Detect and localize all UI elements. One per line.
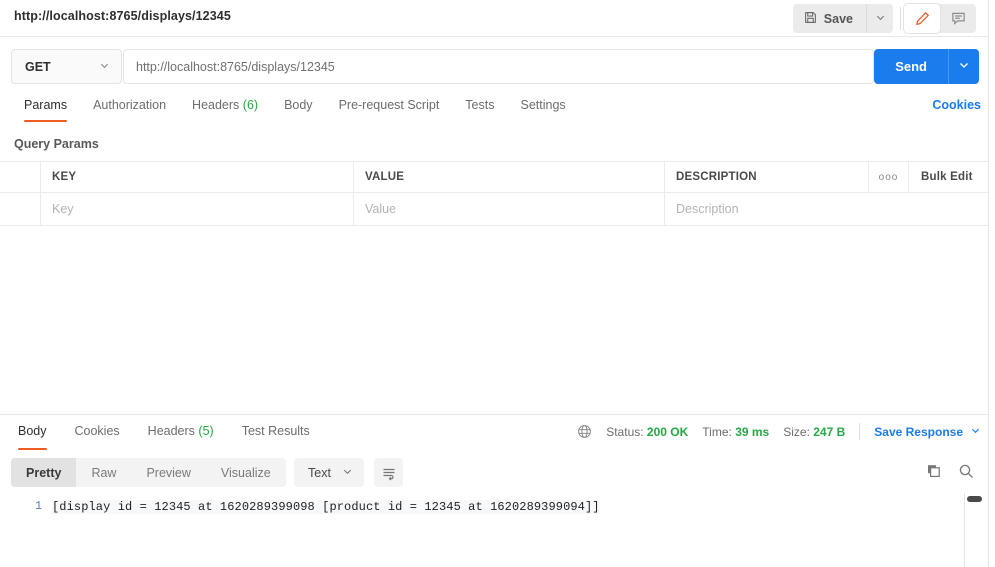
floppy-disk-icon [804,11,817,27]
request-tab-tests[interactable]: Tests [452,94,507,124]
ellipsis-icon[interactable]: ooo [869,162,909,192]
save-response-button[interactable]: Save Response [874,425,981,439]
row-key-input[interactable]: Key [41,193,354,225]
view-mode-pretty[interactable]: Pretty [11,458,77,487]
header-checkbox-cell [0,162,41,192]
response-tab-headers[interactable]: Headers (5) [134,415,228,451]
request-tab-settings[interactable]: Settings [507,94,578,124]
header-divider [900,7,901,30]
table-header-row: KEY VALUE DESCRIPTION ooo Bulk Edit [0,161,988,193]
response-tab-body[interactable]: Body [4,415,61,451]
response-size-value: 247 B [813,424,846,439]
response-time: Time: 39 ms [702,424,770,439]
response-tab-test-results[interactable]: Test Results [228,415,324,451]
format-select[interactable]: Text [294,458,364,487]
search-icon[interactable] [958,463,974,479]
method-select-label: GET [25,59,51,74]
response-size: Size: 247 B [783,424,846,439]
row-description-input[interactable]: Description [665,193,988,225]
request-tab-authorization[interactable]: Authorization [80,94,179,124]
save-button-label: Save [823,11,853,26]
response-body-viewer[interactable]: 1 [display id = 12345 at 1620289399098 [… [0,493,988,567]
request-tab-headers[interactable]: Headers (6) [179,94,271,124]
header-cell-description: DESCRIPTION [665,162,869,192]
chevron-down-icon [875,11,886,26]
response-tab-label: Body [18,424,47,438]
table-row[interactable]: Key Value Description [0,193,988,226]
description-placeholder: Description [676,202,739,216]
request-tab-label: Tests [465,98,495,112]
pencil-icon[interactable] [904,4,940,33]
url-input[interactable] [124,59,873,74]
request-tab-label: Pre-request Script [338,98,440,112]
request-tab-params[interactable]: Params [11,94,80,124]
header-icon-group [904,4,976,33]
send-button[interactable]: Send [874,49,948,84]
method-select[interactable]: GET [11,49,122,84]
response-tab-label: Headers [147,424,195,438]
row-checkbox-cell[interactable] [0,193,41,225]
save-dropdown-button[interactable] [866,4,893,33]
scrollbar-track-line [964,493,965,567]
save-response-label: Save Response [874,424,963,439]
value-placeholder: Value [365,202,397,216]
body-toolbar-icons [926,463,974,479]
request-tab-label: Body [284,98,313,112]
save-button[interactable]: Save [792,4,866,33]
response-body-toolbar: Pretty Raw Preview Visualize Text [0,453,988,493]
format-select-label: Text [308,465,331,480]
response-body-text: [display id = 12345 at 1620289399098 [pr… [52,500,600,514]
response-scrollbar-thumb[interactable] [967,496,982,502]
send-button-group: Send [874,49,979,84]
panel-right-border [988,0,989,567]
request-tab-bar: Params Authorization Headers (6) Body Pr… [0,94,988,129]
view-mode-segmented-control: Pretty Raw Preview Visualize [11,458,286,487]
status-code: Status: 200 OK [606,424,689,439]
row-value-input[interactable]: Value [354,193,665,225]
response-tab-label: Test Results [241,424,310,438]
request-tab-label: Authorization [93,98,167,112]
postman-request-window: http://localhost:8765/displays/12345 Sav… [0,0,995,567]
code-line: 1 [display id = 12345 at 1620289399098 [… [0,493,988,514]
chevron-down-icon [99,60,110,74]
view-mode-preview[interactable]: Preview [131,458,205,487]
globe-icon [577,424,592,439]
response-headers-count-badge: (5) [198,424,214,438]
request-tab-label: Headers [192,98,240,112]
line-number: 1 [35,500,42,513]
request-tab-body[interactable]: Body [271,94,326,124]
response-time-value: 39 ms [735,424,770,439]
url-input-wrapper[interactable] [123,49,874,84]
send-dropdown-button[interactable] [948,49,979,84]
status-code-value: 200 OK [646,424,689,439]
cookies-link[interactable]: Cookies [932,98,981,112]
request-tab-label: Settings [520,98,566,112]
query-params-table: KEY VALUE DESCRIPTION ooo Bulk Edit Key … [0,161,988,226]
chevron-down-icon [342,466,353,480]
save-button-group: Save [792,4,893,33]
chevron-down-icon [958,59,970,74]
copy-icon[interactable] [926,463,942,479]
response-tab-cookies[interactable]: Cookies [61,415,134,451]
url-bar: GET Send [0,37,988,94]
header-cell-value: VALUE [354,162,665,192]
response-tab-label: Cookies [74,424,120,438]
request-tab-pre-request-script[interactable]: Pre-request Script [326,94,453,124]
view-mode-raw[interactable]: Raw [76,458,131,487]
request-title: http://localhost:8765/displays/12345 [14,9,231,23]
bulk-edit-button[interactable]: Bulk Edit [909,162,988,192]
view-mode-visualize[interactable]: Visualize [206,458,286,487]
chevron-down-icon [970,425,981,439]
request-header-bar: http://localhost:8765/displays/12345 Sav… [0,0,988,37]
status-divider [859,423,861,440]
header-cell-key: KEY [41,162,354,192]
word-wrap-icon[interactable] [374,458,403,487]
response-status-bar: Status: 200 OK Time: 39 ms Size: 247 B S… [577,423,981,440]
request-tab-label: Params [24,98,68,112]
headers-count-badge: (6) [242,98,259,112]
comment-icon[interactable] [940,4,976,33]
query-params-title: Query Params [14,137,99,151]
key-placeholder: Key [52,202,74,216]
